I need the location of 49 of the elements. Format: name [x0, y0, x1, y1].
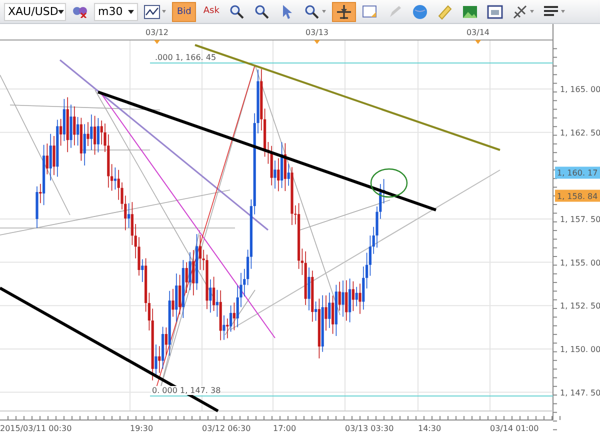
- magnifier-icon: [229, 4, 246, 20]
- price-label: 1, 147. 50: [560, 388, 600, 398]
- crosshair-icon: [336, 4, 352, 20]
- price-tag: 1, 158. 84: [555, 190, 600, 202]
- globe-icon: [412, 4, 428, 20]
- fibonacci-label: 0. 000 1, 147. 38: [151, 386, 221, 395]
- date-marker-icon: [154, 40, 160, 44]
- tools-icon: [512, 4, 528, 20]
- time-label: 03/12 06:30: [202, 424, 251, 433]
- date-marker-icon: [314, 40, 320, 44]
- note-icon: [362, 4, 378, 20]
- price-tag: 1, 160. 17: [555, 166, 600, 179]
- line-chart-icon: [144, 4, 160, 18]
- window-icon: [487, 4, 504, 20]
- magnifier-icon: [254, 4, 270, 20]
- pencil-icon: [387, 4, 404, 20]
- date-label: 03/13: [305, 28, 329, 37]
- time-label: 03/13 03:30: [345, 424, 394, 433]
- time-label: 14:30: [418, 424, 442, 433]
- caret-icon: [58, 10, 64, 14]
- circle-marker: [370, 168, 408, 198]
- price-label: 1, 165. 00: [560, 85, 600, 94]
- price-button[interactable]: Bid: [172, 2, 196, 22]
- ruler-icon: [437, 4, 454, 20]
- price-label: 1, 157. 50: [560, 214, 600, 224]
- price-label: 1, 162. 50: [560, 128, 600, 138]
- glasses-icon: [72, 6, 88, 18]
- caret-icon: [128, 10, 134, 14]
- time-label: 17:00: [273, 424, 296, 433]
- price-label: 1, 152. 50: [560, 302, 600, 311]
- caret-icon: [322, 10, 326, 13]
- price-label: 1, 150. 00: [560, 344, 600, 354]
- caret-icon: [561, 10, 566, 13]
- caret-icon: [162, 10, 166, 13]
- picture-icon: [462, 4, 478, 20]
- symbol-dropdown[interactable]: XAU/USD: [4, 2, 66, 20]
- price-label: 1, 155. 00: [560, 258, 600, 268]
- date-marker-icon: [475, 40, 481, 44]
- date-label: 03/14: [466, 28, 490, 37]
- time-label: 19:30: [130, 424, 154, 433]
- time-label: 2015/03/11 00:30: [0, 424, 72, 433]
- price-button[interactable]: Ask: [199, 2, 224, 22]
- fibonacci-label: .000 1, 166. 45: [155, 53, 216, 62]
- timeframe-dropdown[interactable]: m30: [94, 2, 138, 20]
- date-label: 03/12: [145, 28, 169, 37]
- toolbar-button[interactable]: [332, 2, 356, 22]
- time-label: 03/14 01:00: [490, 424, 539, 433]
- caret-icon: [530, 10, 534, 13]
- magnifier-icon: [304, 4, 320, 20]
